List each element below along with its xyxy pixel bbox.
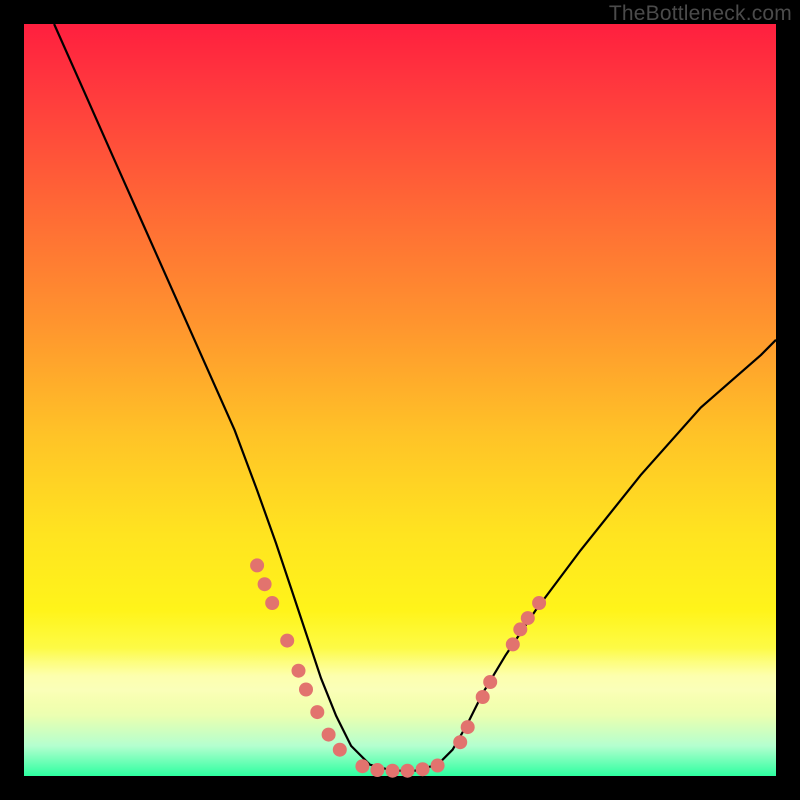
data-point <box>416 762 430 776</box>
data-point <box>453 735 467 749</box>
data-point <box>532 596 546 610</box>
data-point <box>476 690 490 704</box>
data-point <box>521 611 535 625</box>
data-point <box>258 577 272 591</box>
data-point <box>292 664 306 678</box>
data-point <box>386 764 400 778</box>
data-points <box>250 558 546 777</box>
data-point <box>506 637 520 651</box>
bottleneck-curve <box>54 24 776 771</box>
data-point <box>322 728 336 742</box>
watermark-text: TheBottleneck.com <box>609 2 792 26</box>
data-point <box>370 763 384 777</box>
plot-area <box>24 24 776 776</box>
data-point <box>299 683 313 697</box>
data-point <box>265 596 279 610</box>
data-point <box>333 743 347 757</box>
chart-svg <box>24 24 776 776</box>
data-point <box>280 634 294 648</box>
chart-frame: TheBottleneck.com <box>0 0 800 800</box>
data-point <box>431 759 445 773</box>
data-point <box>355 759 369 773</box>
data-point <box>310 705 324 719</box>
data-point <box>401 764 415 778</box>
data-point <box>483 675 497 689</box>
data-point <box>250 558 264 572</box>
data-point <box>461 720 475 734</box>
